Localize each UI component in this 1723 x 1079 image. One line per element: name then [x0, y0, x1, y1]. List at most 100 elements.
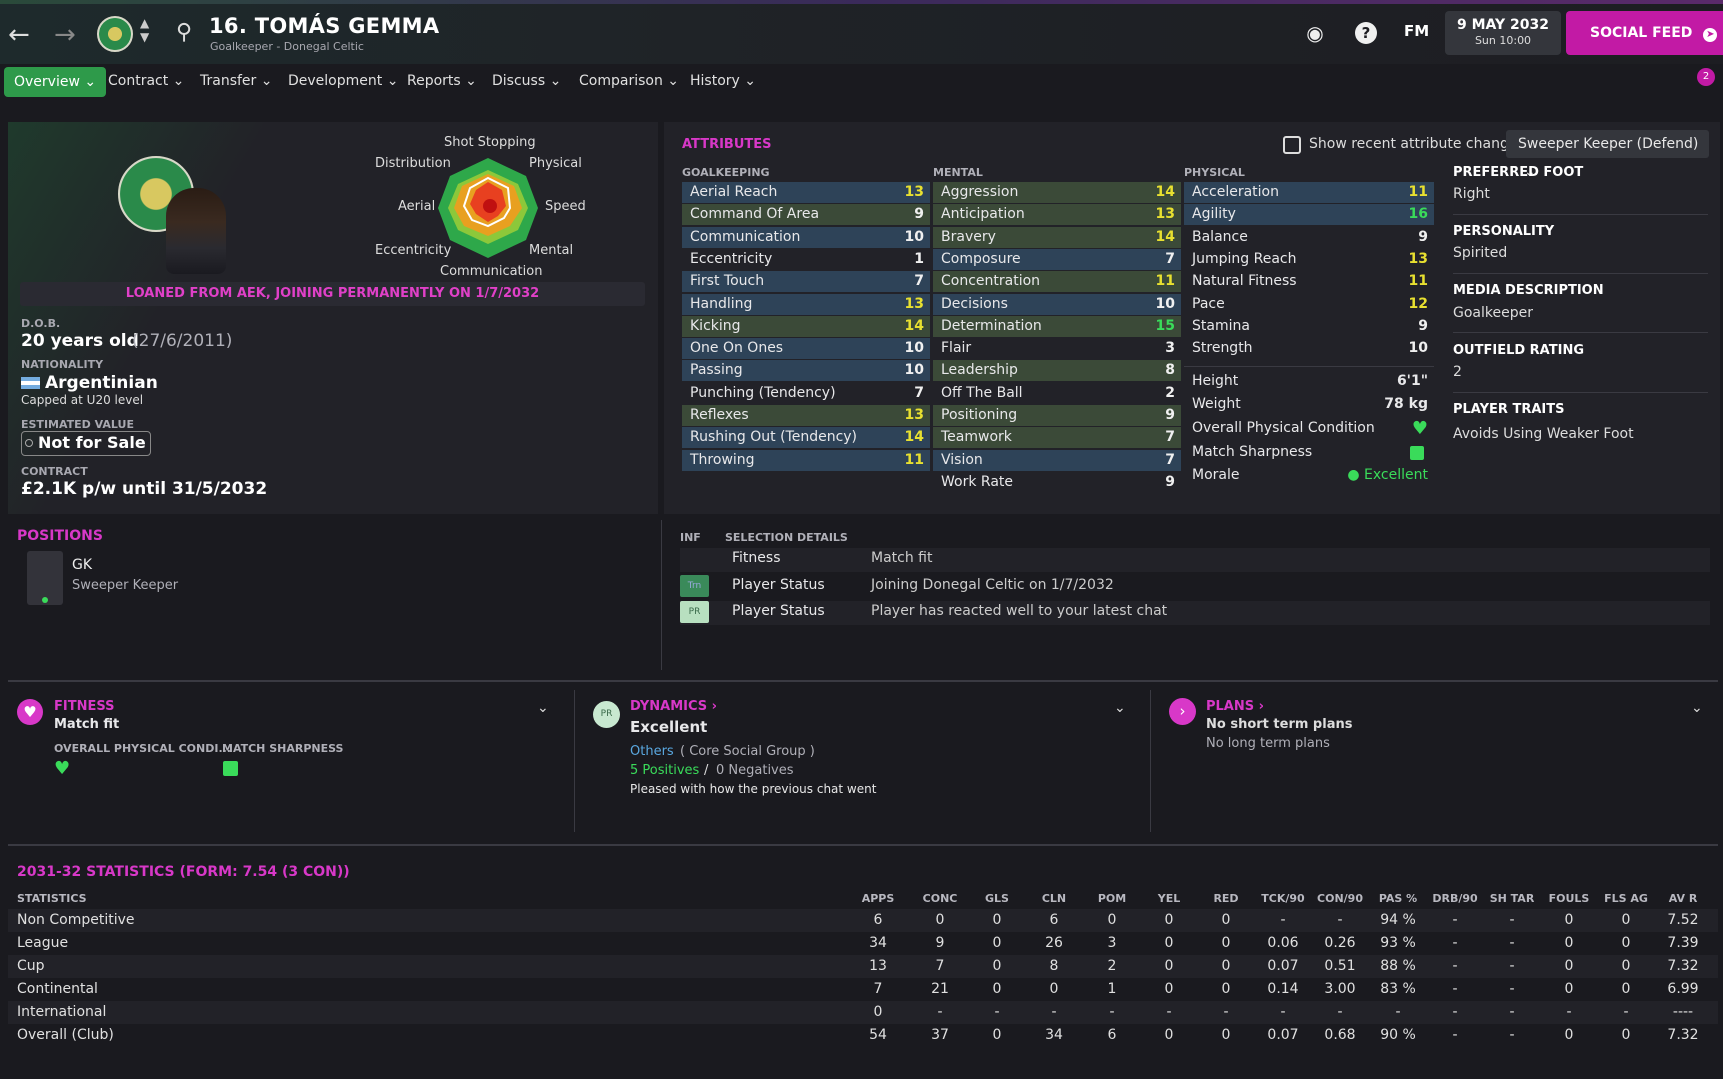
tab-history[interactable]: History ⌄ — [690, 66, 756, 96]
attribute-row[interactable]: Agility 16 — [1184, 204, 1434, 226]
show-changes-label: Show recent attribute changes — [1309, 136, 1525, 152]
attr-name: Anticipation — [941, 206, 1025, 223]
stats-title[interactable]: 2031-32 STATISTICS (FORM: 7.54 (3 CON)) — [17, 864, 350, 880]
attribute-row[interactable]: One On Ones 10 — [682, 338, 930, 360]
attribute-row[interactable]: Jumping Reach 13 — [1184, 249, 1434, 270]
attr-value: 8 — [1165, 362, 1175, 379]
stats-col-header[interactable]: CONC — [910, 892, 970, 905]
stats-cell: 0 — [1564, 958, 1574, 974]
attribute-row[interactable]: Vision 7 — [933, 449, 1181, 471]
attr-value: 14 — [904, 317, 924, 334]
attribute-row[interactable]: Acceleration 11 — [1184, 182, 1434, 203]
dynamics-expand-icon[interactable]: ⌄ — [1114, 700, 1126, 716]
globe-icon[interactable]: ◉ — [1304, 22, 1326, 44]
attribute-row[interactable]: Aerial Reach 13 — [682, 182, 930, 203]
tab-discuss[interactable]: Discuss ⌄ — [492, 66, 561, 96]
attribute-row[interactable]: Rushing Out (Tendency) 14 — [682, 427, 930, 449]
attribute-row[interactable]: Positioning 9 — [933, 405, 1181, 426]
dob-value: 20 years old — [21, 331, 139, 351]
stats-col-header[interactable]: GLS — [967, 892, 1027, 905]
stats-col-header[interactable]: YEL — [1139, 892, 1199, 905]
attribute-row[interactable]: Communication 10 — [682, 226, 930, 248]
switch-player-icon[interactable]: ▲ ▼ — [140, 16, 149, 44]
stats-col-header[interactable]: CLN — [1024, 892, 1084, 905]
attribute-row[interactable]: Throwing 11 — [682, 449, 930, 471]
attr-name: Determination — [941, 317, 1042, 334]
attribute-row[interactable]: Bravery 14 — [933, 226, 1181, 248]
attr-value: 3 — [1165, 340, 1175, 357]
attribute-row[interactable]: Command Of Area 9 — [682, 204, 930, 226]
stats-cell: 7.52 — [1667, 912, 1699, 928]
stats-col-header[interactable]: RED — [1196, 892, 1256, 905]
plans-expand-icon[interactable]: ⌄ — [1691, 700, 1703, 716]
stats-col-header[interactable]: FLS AG — [1596, 892, 1656, 905]
stats-col-header[interactable]: AV R — [1653, 892, 1713, 905]
club-crest-icon[interactable] — [97, 16, 133, 52]
attribute-row[interactable]: Decisions 10 — [933, 293, 1181, 315]
attribute-row[interactable]: Teamwork 7 — [933, 427, 1181, 449]
stats-cell: - — [1452, 935, 1458, 951]
outfield-rating-label: OUTFIELD RATING — [1453, 343, 1584, 358]
plans-title[interactable]: PLANS › — [1206, 699, 1264, 714]
attribute-row[interactable]: Balance 9 — [1184, 227, 1434, 248]
attribute-row[interactable]: Natural Fitness 11 — [1184, 271, 1434, 292]
attribute-row[interactable]: Anticipation 13 — [933, 204, 1181, 226]
attribute-row[interactable]: Punching (Tendency) 7 — [682, 383, 930, 404]
show-changes-checkbox[interactable] — [1283, 136, 1301, 154]
attribute-row[interactable]: First Touch 7 — [682, 271, 930, 293]
attribute-row[interactable]: Pace 12 — [1184, 294, 1434, 315]
attribute-row[interactable]: Work Rate 9 — [933, 472, 1181, 493]
attribute-row[interactable]: Handling 13 — [682, 293, 930, 315]
tab-comparison[interactable]: Comparison ⌄ — [579, 66, 679, 96]
attribute-row[interactable]: Kicking 14 — [682, 315, 930, 337]
forward-icon[interactable]: → — [54, 20, 76, 50]
date-box[interactable]: 9 MAY 2032 Sun 10:00 — [1445, 11, 1561, 55]
back-icon[interactable]: ← — [8, 20, 30, 50]
attribute-row[interactable]: Aggression 14 — [933, 182, 1181, 203]
social-group[interactable]: Others — [630, 744, 674, 759]
player-trait[interactable]: Avoids Using Weaker Foot — [1453, 426, 1634, 442]
tab-label: Discuss — [492, 73, 546, 89]
selection-row: Trn Player Status Joining Donegal Celtic o… — [680, 575, 1710, 599]
tab-development[interactable]: Development ⌄ — [288, 66, 398, 96]
stats-col-header[interactable]: POM — [1082, 892, 1142, 905]
stats-col-header[interactable]: FOULS — [1539, 892, 1599, 905]
stats-col-header[interactable]: CON/90 — [1310, 892, 1370, 905]
role-dropdown[interactable]: Sweeper Keeper (Defend) ⌄ — [1506, 130, 1709, 180]
stats-col-header[interactable]: TCK/90 — [1253, 892, 1313, 905]
stats-col-header[interactable]: STATISTICS — [17, 892, 87, 905]
attribute-row[interactable]: Passing 10 — [682, 360, 930, 382]
fitness-expand-icon[interactable]: ⌄ — [537, 700, 549, 716]
nationality-value[interactable]: Argentinian — [45, 373, 158, 393]
attribute-row[interactable]: Reflexes 13 — [682, 405, 930, 426]
attr-name: Command Of Area — [690, 206, 820, 223]
help-icon[interactable]: ? — [1355, 22, 1377, 44]
attribute-row[interactable]: Leadership 8 — [933, 360, 1181, 382]
social-feed-button[interactable]: SOCIAL FEED ➤ — [1566, 11, 1723, 55]
attribute-row[interactable]: Flair 3 — [933, 338, 1181, 359]
player-subtitle[interactable]: Goalkeeper - Donegal Celtic — [210, 40, 364, 53]
attribute-row[interactable]: Off The Ball 2 — [933, 383, 1181, 404]
notification-badge[interactable]: 2 — [1697, 68, 1715, 86]
search-icon[interactable]: ⚲ — [176, 20, 192, 45]
stats-col-header[interactable]: SH TAR — [1482, 892, 1542, 905]
attr-value: 7 — [914, 273, 924, 290]
attribute-row[interactable]: Stamina 9 — [1184, 316, 1434, 337]
attribute-row[interactable]: Strength 10 — [1184, 338, 1434, 359]
attribute-row[interactable]: Composure 7 — [933, 248, 1181, 270]
stats-col-header[interactable]: DRB/90 — [1425, 892, 1485, 905]
attribute-row[interactable]: Concentration 11 — [933, 271, 1181, 293]
tab-reports[interactable]: Reports ⌄ — [407, 66, 477, 96]
tab-transfer[interactable]: Transfer ⌄ — [200, 66, 272, 96]
stats-col-header[interactable]: PAS % — [1368, 892, 1428, 905]
attribute-row[interactable]: Eccentricity 1 — [682, 249, 930, 270]
tab-contract[interactable]: Contract ⌄ — [108, 66, 184, 96]
dynamics-title[interactable]: DYNAMICS › — [630, 699, 717, 714]
attribute-row[interactable]: Determination 15 — [933, 315, 1181, 337]
fm-button[interactable]: FM — [1404, 22, 1429, 40]
selection-key: Player Status — [732, 577, 825, 593]
fitness-title[interactable]: FITNESS — [54, 699, 115, 714]
stats-col-header[interactable]: APPS — [848, 892, 908, 905]
tab-overview[interactable]: Overview ⌄ — [4, 67, 107, 97]
attr-value: 12 — [1408, 295, 1428, 312]
